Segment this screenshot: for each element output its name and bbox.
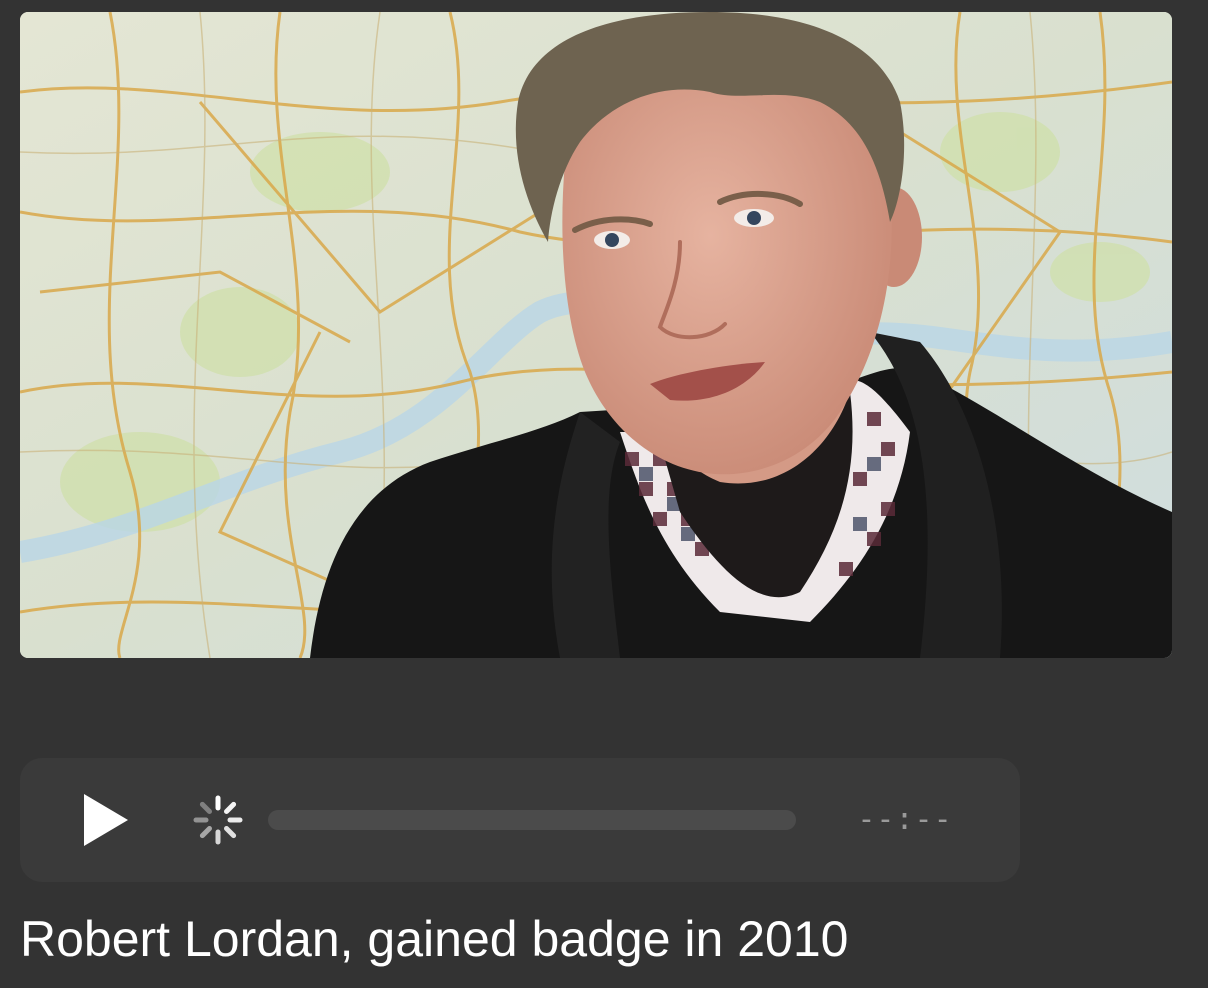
time-display: --:--: [857, 802, 953, 837]
media-page: --:-- Robert Lordan, gained badge in 201…: [0, 0, 1208, 988]
video-caption: Robert Lordan, gained badge in 2010: [20, 911, 849, 967]
media-player-controls: --:--: [20, 758, 1020, 882]
play-button[interactable]: [82, 792, 130, 848]
video-poster-image[interactable]: [20, 12, 1172, 658]
loading-spinner-icon: [190, 792, 246, 848]
video-poster-illustration: [20, 12, 1172, 658]
progress-track[interactable]: [268, 810, 796, 830]
play-icon: [84, 794, 128, 846]
